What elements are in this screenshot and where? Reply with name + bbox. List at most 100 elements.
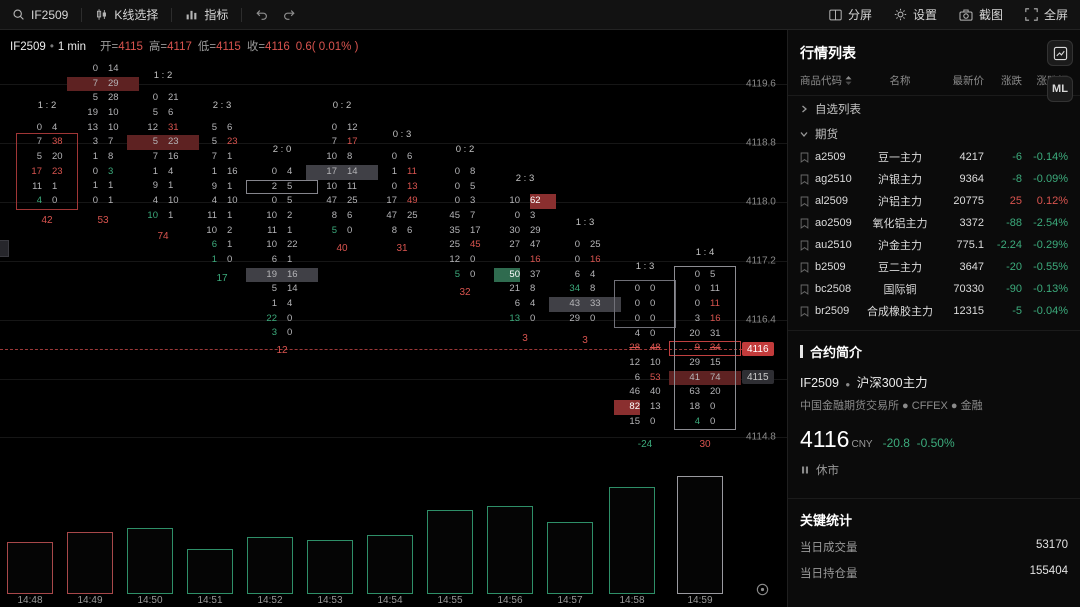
ask-volume: 4 <box>287 297 313 312</box>
bid-volume: 19 <box>72 106 98 121</box>
bid-volume: 0 <box>371 150 397 165</box>
footprint-row: 1062 <box>489 194 561 209</box>
crosshair-button[interactable] <box>755 582 770 602</box>
last-price: 4217 <box>936 151 984 163</box>
footprint-row: 025 <box>549 238 621 253</box>
bullet-separator: ● <box>845 380 850 389</box>
instrument-name: 沪铝主力 <box>864 193 936 209</box>
price-label: 4119.6 <box>746 79 776 90</box>
ml-button[interactable]: ML <box>1047 76 1073 102</box>
group-watchlist[interactable]: 自选列表 <box>788 96 1080 121</box>
redo-button[interactable] <box>282 8 296 21</box>
key-stats-title: 关键统计 <box>800 510 1068 529</box>
stat-open-interest: 当日持仓量 155404 <box>800 565 1068 581</box>
undo-button[interactable] <box>255 8 269 21</box>
legend-symbol: IF2509 <box>10 41 46 53</box>
instrument-code: au2510 <box>815 239 864 251</box>
bid-volume: 5 <box>132 106 158 121</box>
chart-snapshot-button[interactable] <box>1047 40 1073 66</box>
fullscreen-button[interactable]: 全屏 <box>1025 6 1068 23</box>
bid-volume: 50 <box>494 268 520 283</box>
price-change-pct: -0.55% <box>1022 261 1068 273</box>
instrument-name: 豆一主力 <box>864 149 936 165</box>
contract-price-row: 4116 CNY -20.8 -0.50% <box>800 426 1068 453</box>
column-last-price[interactable]: 最新价 <box>936 73 984 88</box>
imbalance-ratio: 0 : 2 <box>306 100 378 111</box>
volume-bar <box>367 535 413 594</box>
watchlist-row[interactable]: bc2508国际铜70330-90-0.13% <box>788 278 1080 300</box>
column-name[interactable]: 名称 <box>864 73 936 88</box>
bar-chart-icon <box>185 8 198 21</box>
ask-volume: 62 <box>530 194 556 209</box>
instrument-code: a2509 <box>815 151 864 163</box>
left-edge-tab[interactable] <box>0 240 9 257</box>
high-label: 高= <box>149 41 167 53</box>
instrument-code: ag2510 <box>815 173 864 185</box>
gear-icon <box>894 8 907 21</box>
footprint-row: 1916 <box>246 268 318 283</box>
instrument-name: 沪金主力 <box>864 237 936 253</box>
watchlist-row[interactable]: ao2509氧化铝主力3372-88-2.54% <box>788 212 1080 234</box>
screenshot-button[interactable]: 截图 <box>959 6 1003 23</box>
key-stats-section: 关键统计 当日成交量 53170 当日持仓量 155404 <box>788 498 1080 593</box>
bid-volume: 12 <box>614 356 640 371</box>
symbol-search-button[interactable]: IF2509 <box>12 8 68 22</box>
watchlist-row[interactable]: br2509合成橡胶主力12315-5-0.04% <box>788 300 1080 322</box>
bid-volume: 7 <box>132 150 158 165</box>
footprint-row: 06 <box>366 150 438 165</box>
price-change-pct: -0.09% <box>1022 173 1068 185</box>
bid-volume: 4 <box>614 327 640 342</box>
price-label: 4117.2 <box>746 256 776 267</box>
search-icon <box>12 8 25 21</box>
group-futures[interactable]: 期货 <box>788 121 1080 146</box>
watchlist-row[interactable]: au2510沪金主力775.1-2.24-0.29% <box>788 234 1080 256</box>
settings-button[interactable]: 设置 <box>894 6 937 23</box>
watchlist-rows: a2509豆一主力4217-6-0.14%ag2510沪银主力9364-8-0.… <box>788 146 1080 322</box>
price-label: 4118.8 <box>746 138 776 149</box>
change-value: 0.6( 0.01% ) <box>296 41 359 53</box>
last-price-tag: 4116 <box>742 342 774 356</box>
instrument-name: 沪银主力 <box>864 171 936 187</box>
split-screen-button[interactable]: 分屏 <box>829 6 872 23</box>
volume-bar <box>67 532 113 594</box>
time-label: 14:54 <box>373 595 407 606</box>
last-price: 3372 <box>936 217 984 229</box>
kline-select-button[interactable]: K线选择 <box>95 6 158 23</box>
toolbar-divider <box>241 8 242 22</box>
group-label: 自选列表 <box>815 101 861 117</box>
time-label: 14:50 <box>133 595 167 606</box>
bookmark-icon <box>800 306 815 317</box>
market-status: 休市 <box>800 462 1068 478</box>
bid-volume: 9 <box>191 180 217 195</box>
bid-volume: 10 <box>311 150 337 165</box>
watchlist-row[interactable]: b2509豆二主力3647-20-0.55% <box>788 256 1080 278</box>
watchlist-row[interactable]: al2509沪铝主力20775250.12% <box>788 190 1080 212</box>
time-label: 14:52 <box>253 595 287 606</box>
watchlist-row[interactable]: a2509豆一主力4217-6-0.14% <box>788 146 1080 168</box>
legend-separator: • <box>50 41 54 53</box>
indicators-button[interactable]: 指标 <box>185 6 228 23</box>
bid-volume: 0 <box>311 121 337 136</box>
bid-volume: 6 <box>494 297 520 312</box>
column-change[interactable]: 涨跌 <box>984 73 1022 88</box>
imbalance-ratio: 1 : 4 <box>669 247 741 258</box>
price-change-pct: 0.12% <box>1022 195 1068 207</box>
bid-volume: 17 <box>311 165 337 180</box>
bid-volume: 1 <box>251 297 277 312</box>
legend-interval: 1 min <box>58 41 86 53</box>
price-change: -88 <box>984 217 1022 229</box>
price-label: 4118.0 <box>746 197 776 208</box>
bid-volume: 17 <box>371 194 397 209</box>
fullscreen-label: 全屏 <box>1044 6 1068 23</box>
bid-volume: 0 <box>554 238 580 253</box>
bid-volume: 1 <box>72 150 98 165</box>
bid-volume: 0 <box>132 91 158 106</box>
screenshot-label: 截图 <box>979 6 1003 23</box>
stat-volume: 当日成交量 53170 <box>800 539 1068 555</box>
bid-volume: 25 <box>434 238 460 253</box>
chart-image-icon <box>1053 46 1068 61</box>
footprint-chart[interactable]: IF2509•1 min开=4115高=4117低=4115收=41160.6(… <box>0 0 787 607</box>
watchlist-row[interactable]: ag2510沪银主力9364-8-0.09% <box>788 168 1080 190</box>
price-change: -90 <box>984 283 1022 295</box>
column-code[interactable]: 商品代码 <box>800 73 864 88</box>
